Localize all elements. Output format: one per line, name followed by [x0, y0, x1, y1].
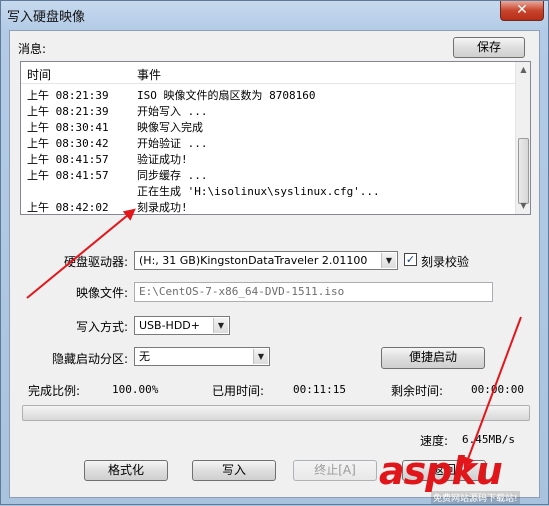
- log-scrollbar[interactable]: ▲ ▼: [515, 62, 530, 214]
- title-bar[interactable]: 写入硬盘映像 ✕: [1, 1, 548, 29]
- log-row-event: 刻录成功!: [137, 201, 188, 214]
- speed-value: 6.45MB/s: [462, 433, 515, 446]
- log-row-event: 同步缓存 ...: [137, 169, 208, 182]
- watermark-main: aspku: [379, 449, 503, 493]
- save-button[interactable]: 保存: [453, 37, 525, 58]
- log-row[interactable]: 上午 08:41:57 验证成功!: [21, 150, 516, 166]
- messages-label: 消息:: [18, 42, 47, 56]
- write-mode-label: 写入方式:: [75, 320, 128, 334]
- scroll-thumb[interactable]: [518, 138, 529, 204]
- log-row-time: 上午 08:41:57: [27, 169, 109, 182]
- log-row[interactable]: 上午 08:30:42 开始验证 ...: [21, 134, 516, 150]
- elapsed-value: 00:11:15: [293, 383, 346, 396]
- elapsed-label: 已用时间:: [212, 384, 265, 398]
- log-row[interactable]: 上午 08:30:41 映像写入完成: [21, 118, 516, 134]
- log-row-event: 映像写入完成: [137, 121, 203, 134]
- speed-label: 速度:: [420, 434, 449, 448]
- hidden-partition-select[interactable]: 无 ▼: [134, 347, 270, 366]
- log-row[interactable]: 上午 08:21:39 ISO 映像文件的扇区数为 8708160: [21, 86, 516, 102]
- log-row[interactable]: 正在生成 'H:\isolinux\syslinux.cfg'...: [21, 182, 516, 198]
- quick-boot-button[interactable]: 便捷启动: [381, 347, 485, 369]
- log-row-time: 上午 08:21:39: [27, 89, 109, 102]
- log-header: 时间 事件: [21, 62, 516, 84]
- log-row-time: 上午 08:30:42: [27, 137, 109, 150]
- column-header-time[interactable]: 时间: [27, 66, 51, 83]
- log-row-time: 上午 08:30:41: [27, 121, 109, 134]
- ratio-value: 100.00%: [112, 383, 159, 396]
- dialog-content: 消息: 保存 时间 事件 上午 08:21:39 ISO 映像文件的扇区数为 87…: [9, 30, 540, 498]
- image-file-label: 映像文件:: [75, 286, 128, 300]
- remaining-value: 00:00:00: [471, 383, 524, 396]
- log-row-event: 开始写入 ...: [137, 105, 208, 118]
- verify-label: 刻录校验: [421, 255, 470, 269]
- progress-bar: [22, 405, 530, 421]
- drive-label: 硬盘驱动器:: [63, 255, 128, 269]
- log-row[interactable]: 上午 08:41:57 同步缓存 ...: [21, 166, 516, 182]
- scroll-down-icon[interactable]: ▼: [518, 200, 529, 212]
- chevron-down-icon: ▼: [253, 349, 268, 364]
- write-mode-value: USB-HDD+: [139, 319, 200, 332]
- log-row-time: 上午 08:41:57: [27, 153, 109, 166]
- watermark-sub: 免费网站源码下载站!: [431, 491, 520, 504]
- log-row[interactable]: 上午 08:21:39 开始写入 ...: [21, 102, 516, 118]
- log-row-time: 上午 08:42:02: [27, 201, 109, 214]
- ratio-label: 完成比例:: [28, 384, 81, 398]
- write-mode-select[interactable]: USB-HDD+ ▼: [134, 316, 230, 335]
- log-row-event: 正在生成 'H:\isolinux\syslinux.cfg'...: [137, 185, 380, 198]
- log-row-event: ISO 映像文件的扇区数为 8708160: [137, 89, 316, 102]
- image-file-field[interactable]: E:\CentOS-7-x86_64-DVD-1511.iso: [134, 282, 493, 302]
- window-title: 写入硬盘映像: [7, 10, 86, 25]
- hidden-partition-value: 无: [139, 350, 150, 363]
- scroll-up-icon[interactable]: ▲: [518, 64, 529, 76]
- log-rows: 上午 08:21:39 ISO 映像文件的扇区数为 8708160 上午 08:21…: [21, 86, 516, 214]
- log-row-event: 验证成功!: [137, 153, 188, 166]
- hidden-partition-label: 隐藏启动分区:: [51, 352, 128, 366]
- chevron-down-icon: ▼: [381, 253, 396, 268]
- remaining-label: 剩余时间:: [391, 384, 444, 398]
- close-button[interactable]: ✕: [500, 1, 544, 21]
- write-button[interactable]: 写入: [192, 460, 276, 481]
- message-log[interactable]: 时间 事件 上午 08:21:39 ISO 映像文件的扇区数为 8708160 上午…: [20, 61, 531, 215]
- log-row-event: 开始验证 ...: [137, 137, 208, 150]
- stop-button[interactable]: 终止[A]: [293, 460, 377, 481]
- log-row-time: 上午 08:21:39: [27, 105, 109, 118]
- log-row[interactable]: 上午 08:42:02 刻录成功!: [21, 198, 516, 214]
- drive-select-value: (H:, 31 GB)KingstonDataTraveler 2.01100: [139, 254, 368, 267]
- verify-checkbox[interactable]: ✓: [404, 253, 417, 266]
- close-icon: ✕: [516, 2, 528, 18]
- chevron-down-icon: ▼: [213, 318, 228, 333]
- write-disk-image-window: 写入硬盘映像 ✕ 消息: 保存 时间 事件 上午 08:21:39 ISO 映像文…: [0, 0, 549, 505]
- format-button[interactable]: 格式化: [84, 460, 168, 481]
- drive-select[interactable]: (H:, 31 GB)KingstonDataTraveler 2.01100 …: [134, 251, 398, 270]
- aspku-watermark-logo: aspku 免费网站源码下载站!: [379, 449, 544, 504]
- column-header-event[interactable]: 事件: [137, 66, 161, 83]
